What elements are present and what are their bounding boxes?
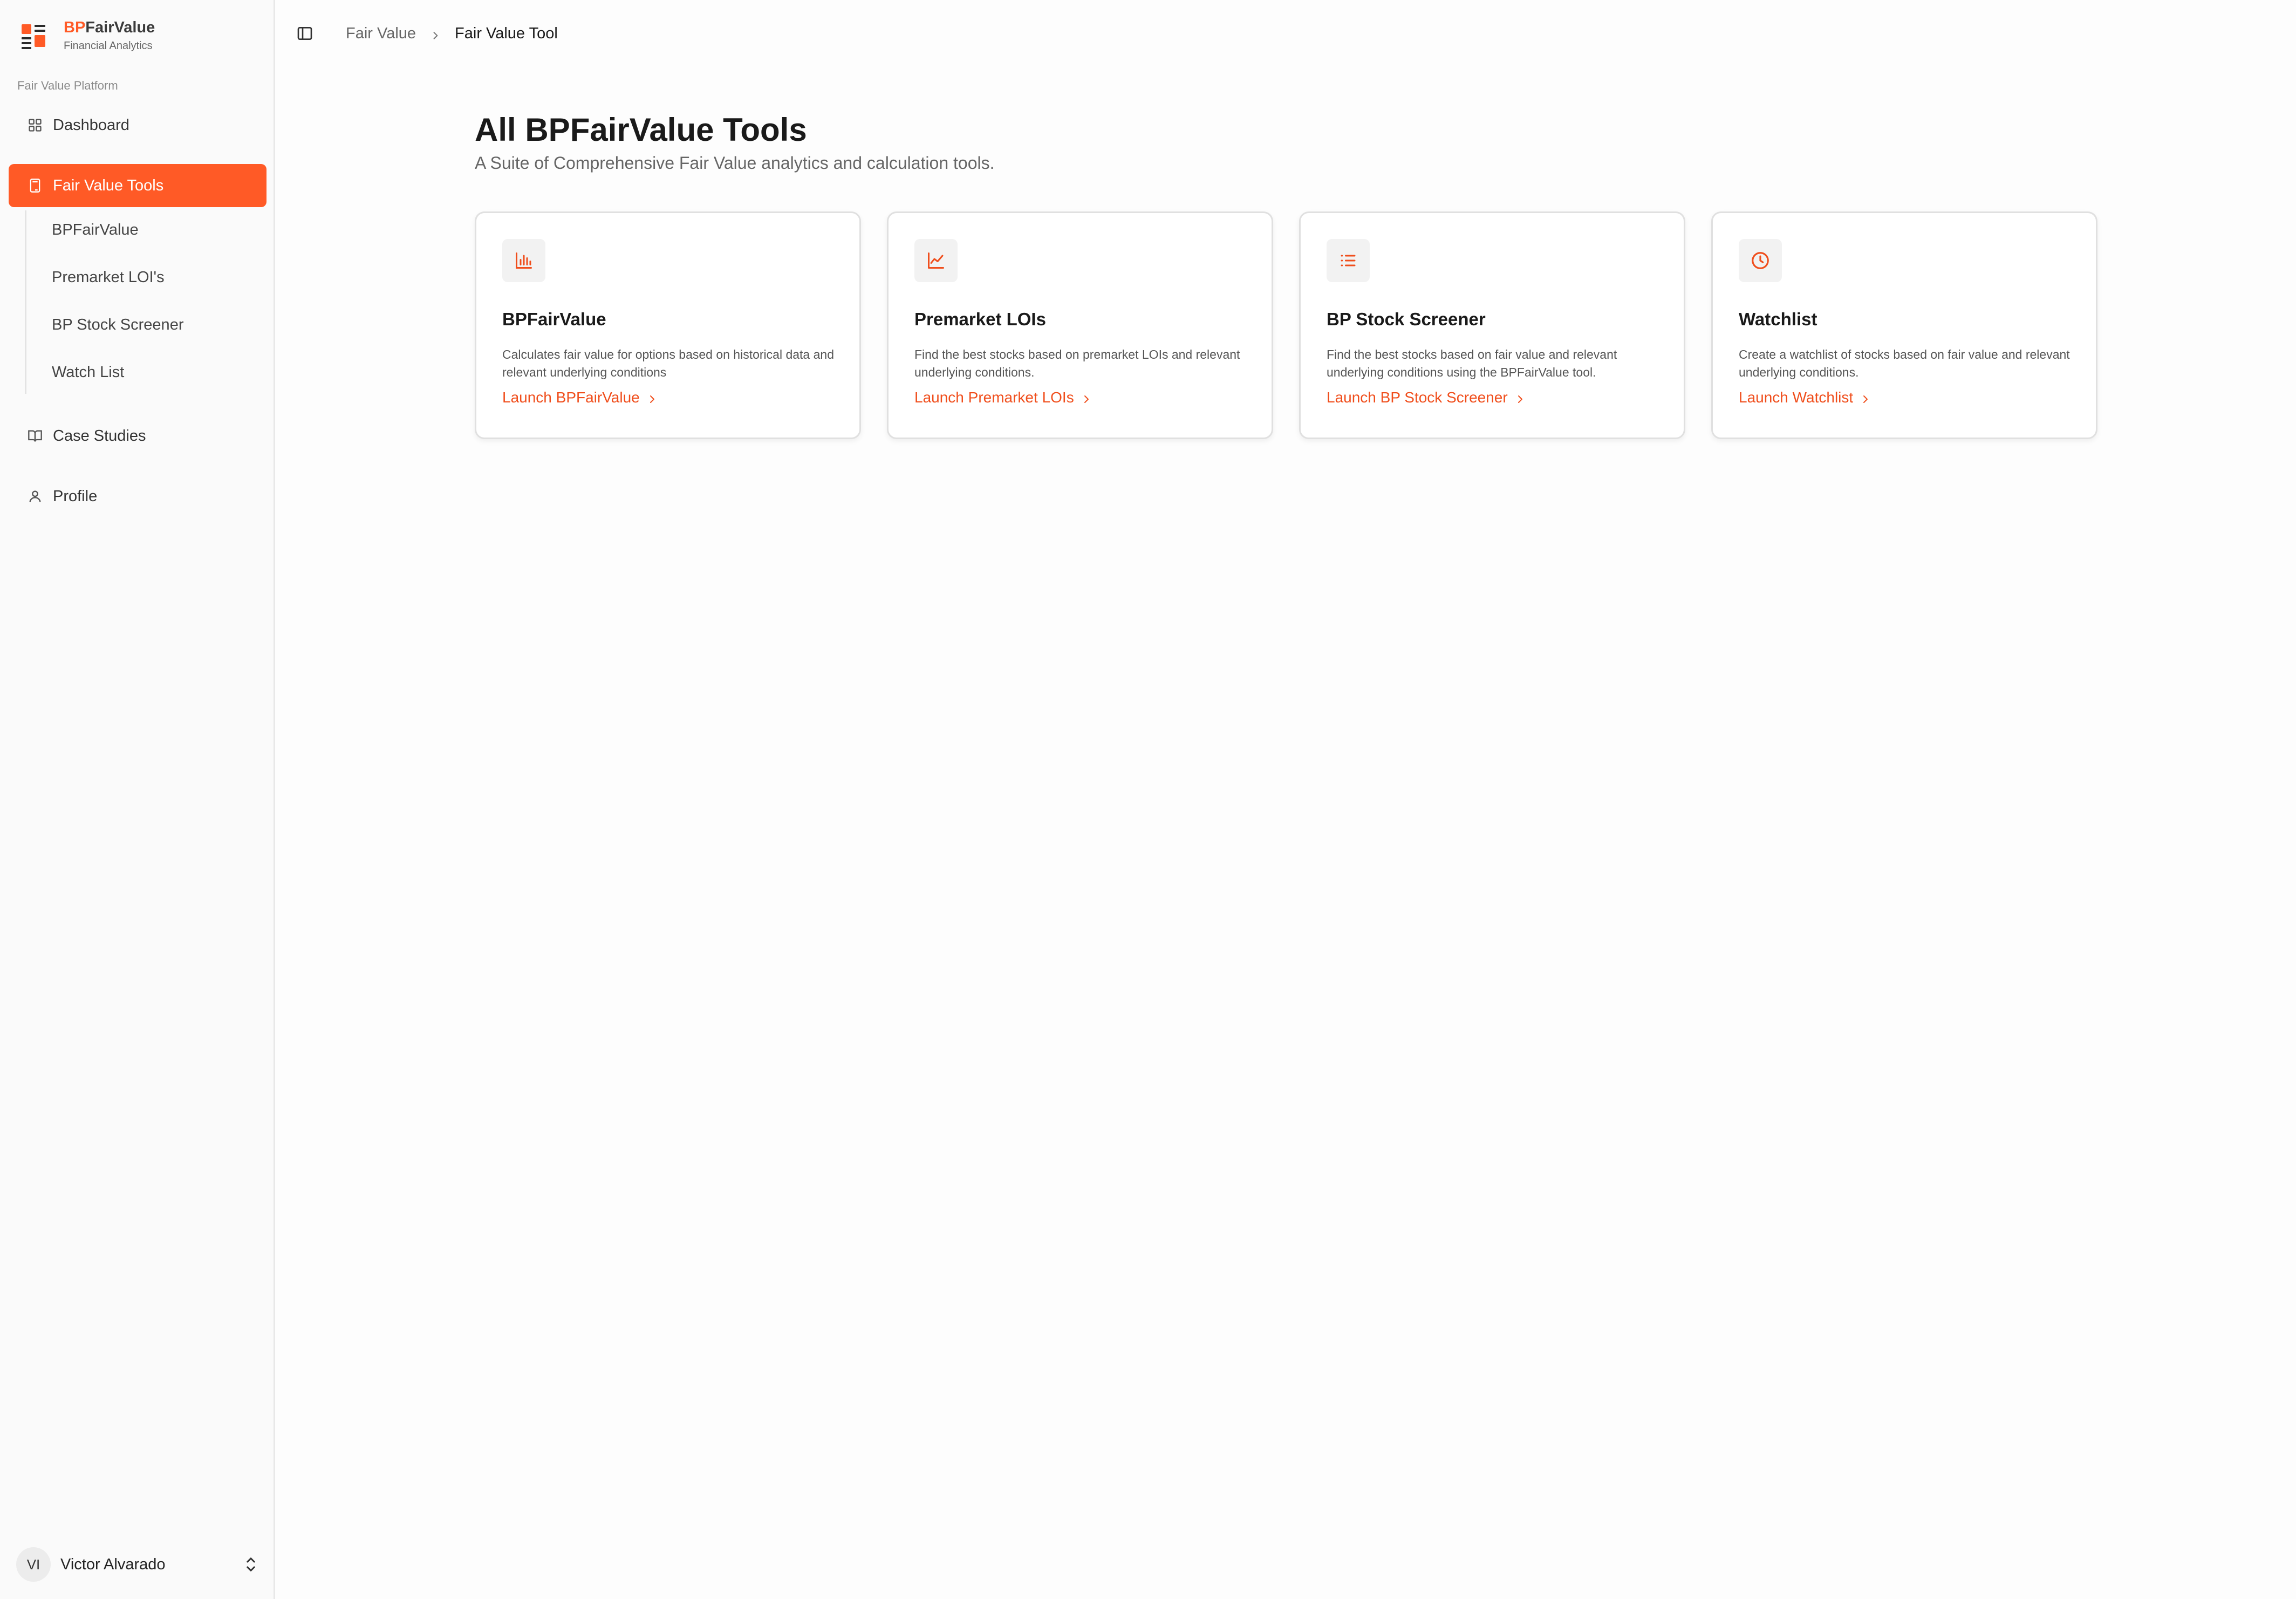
- chevron-right-icon: [647, 392, 657, 404]
- chevron-right-icon: [1515, 392, 1525, 404]
- book-icon: [27, 428, 43, 444]
- top-header: Fair Value Fair Value Tool: [277, 0, 2296, 69]
- subnav-divider: [25, 210, 26, 394]
- breadcrumb: Fair Value Fair Value Tool: [346, 25, 558, 43]
- breadcrumb-current: Fair Value Tool: [455, 25, 558, 42]
- card-description: Calculates fair value for options based …: [502, 347, 834, 379]
- tool-card-premarket-lois[interactable]: Premarket LOIs Find the best stocks base…: [887, 211, 1273, 439]
- line-chart-icon: [914, 239, 958, 282]
- sidebar-item-dashboard[interactable]: Dashboard: [9, 104, 266, 147]
- avatar: VI: [16, 1547, 51, 1582]
- sidebar-section-label: Fair Value Platform: [17, 79, 118, 92]
- sidebar-item-label: Case Studies: [53, 427, 146, 445]
- tool-card-watchlist[interactable]: Watchlist Create a watchlist of stocks b…: [1711, 211, 2097, 439]
- chevron-right-icon: [1861, 392, 1870, 404]
- grid-icon: [27, 117, 43, 133]
- clock-icon: [1739, 239, 1782, 282]
- page-subtitle: A Suite of Comprehensive Fair Value anal…: [475, 153, 995, 173]
- card-title: Premarket LOIs: [914, 309, 1046, 329]
- launch-premarket-lois-link[interactable]: Launch Premarket LOIs: [914, 389, 1091, 406]
- tool-card-bpfairvalue[interactable]: BPFairValue Calculates fair value for op…: [475, 211, 861, 439]
- subnav-item-stock-screener[interactable]: BP Stock Screener: [52, 316, 183, 334]
- card-description: Create a watchlist of stocks based on fa…: [1739, 347, 2070, 379]
- app-root: BPFairValue Financial Analytics Fair Val…: [0, 0, 2296, 1599]
- chevron-right-icon: [430, 28, 441, 40]
- sidebar-item-label: Fair Value Tools: [53, 176, 164, 194]
- launch-watchlist-link[interactable]: Launch Watchlist: [1739, 389, 1870, 406]
- chevron-up-down-icon: [243, 1554, 259, 1575]
- sidebar-toggle-icon[interactable]: [296, 25, 313, 42]
- sidebar-item-label: Dashboard: [53, 116, 129, 134]
- brand-subtitle: Financial Analytics: [64, 40, 153, 52]
- sidebar-item-profile[interactable]: Profile: [9, 475, 266, 518]
- breadcrumb-parent[interactable]: Fair Value: [346, 25, 416, 43]
- user-icon: [27, 488, 43, 504]
- brand-name: BPFairValue: [64, 19, 155, 36]
- card-description: Find the best stocks based on fair value…: [1327, 347, 1617, 379]
- sidebar: BPFairValue Financial Analytics Fair Val…: [0, 0, 275, 1599]
- card-title: BP Stock Screener: [1327, 309, 1486, 329]
- launch-stock-screener-link[interactable]: Launch BP Stock Screener: [1327, 389, 1525, 406]
- sidebar-item-case-studies[interactable]: Case Studies: [9, 414, 266, 457]
- card-title: BPFairValue: [502, 309, 606, 329]
- user-menu[interactable]: VI Victor Alvarado: [16, 1547, 259, 1582]
- logo-icon: [22, 22, 46, 49]
- user-name: Victor Alvarado: [60, 1555, 166, 1573]
- launch-bpfairvalue-link[interactable]: Launch BPFairValue: [502, 389, 657, 406]
- page-title: All BPFairValue Tools: [475, 112, 807, 148]
- sidebar-item-fair-value-tools[interactable]: Fair Value Tools: [9, 164, 266, 207]
- subnav-item-bpfairvalue[interactable]: BPFairValue: [52, 221, 139, 239]
- card-title: Watchlist: [1739, 309, 1817, 329]
- tool-card-stock-screener[interactable]: BP Stock Screener Find the best stocks b…: [1299, 211, 1685, 439]
- sidebar-item-label: Profile: [53, 487, 98, 505]
- card-description: Find the best stocks based on premarket …: [914, 347, 1240, 379]
- bar-chart-icon: [502, 239, 545, 282]
- brand[interactable]: BPFairValue Financial Analytics: [22, 18, 155, 53]
- calculator-icon: [27, 177, 43, 194]
- list-icon: [1327, 239, 1370, 282]
- subnav-item-premarket-lois[interactable]: Premarket LOI's: [52, 269, 165, 286]
- chevron-right-icon: [1082, 392, 1091, 404]
- subnav-item-watch-list[interactable]: Watch List: [52, 364, 124, 381]
